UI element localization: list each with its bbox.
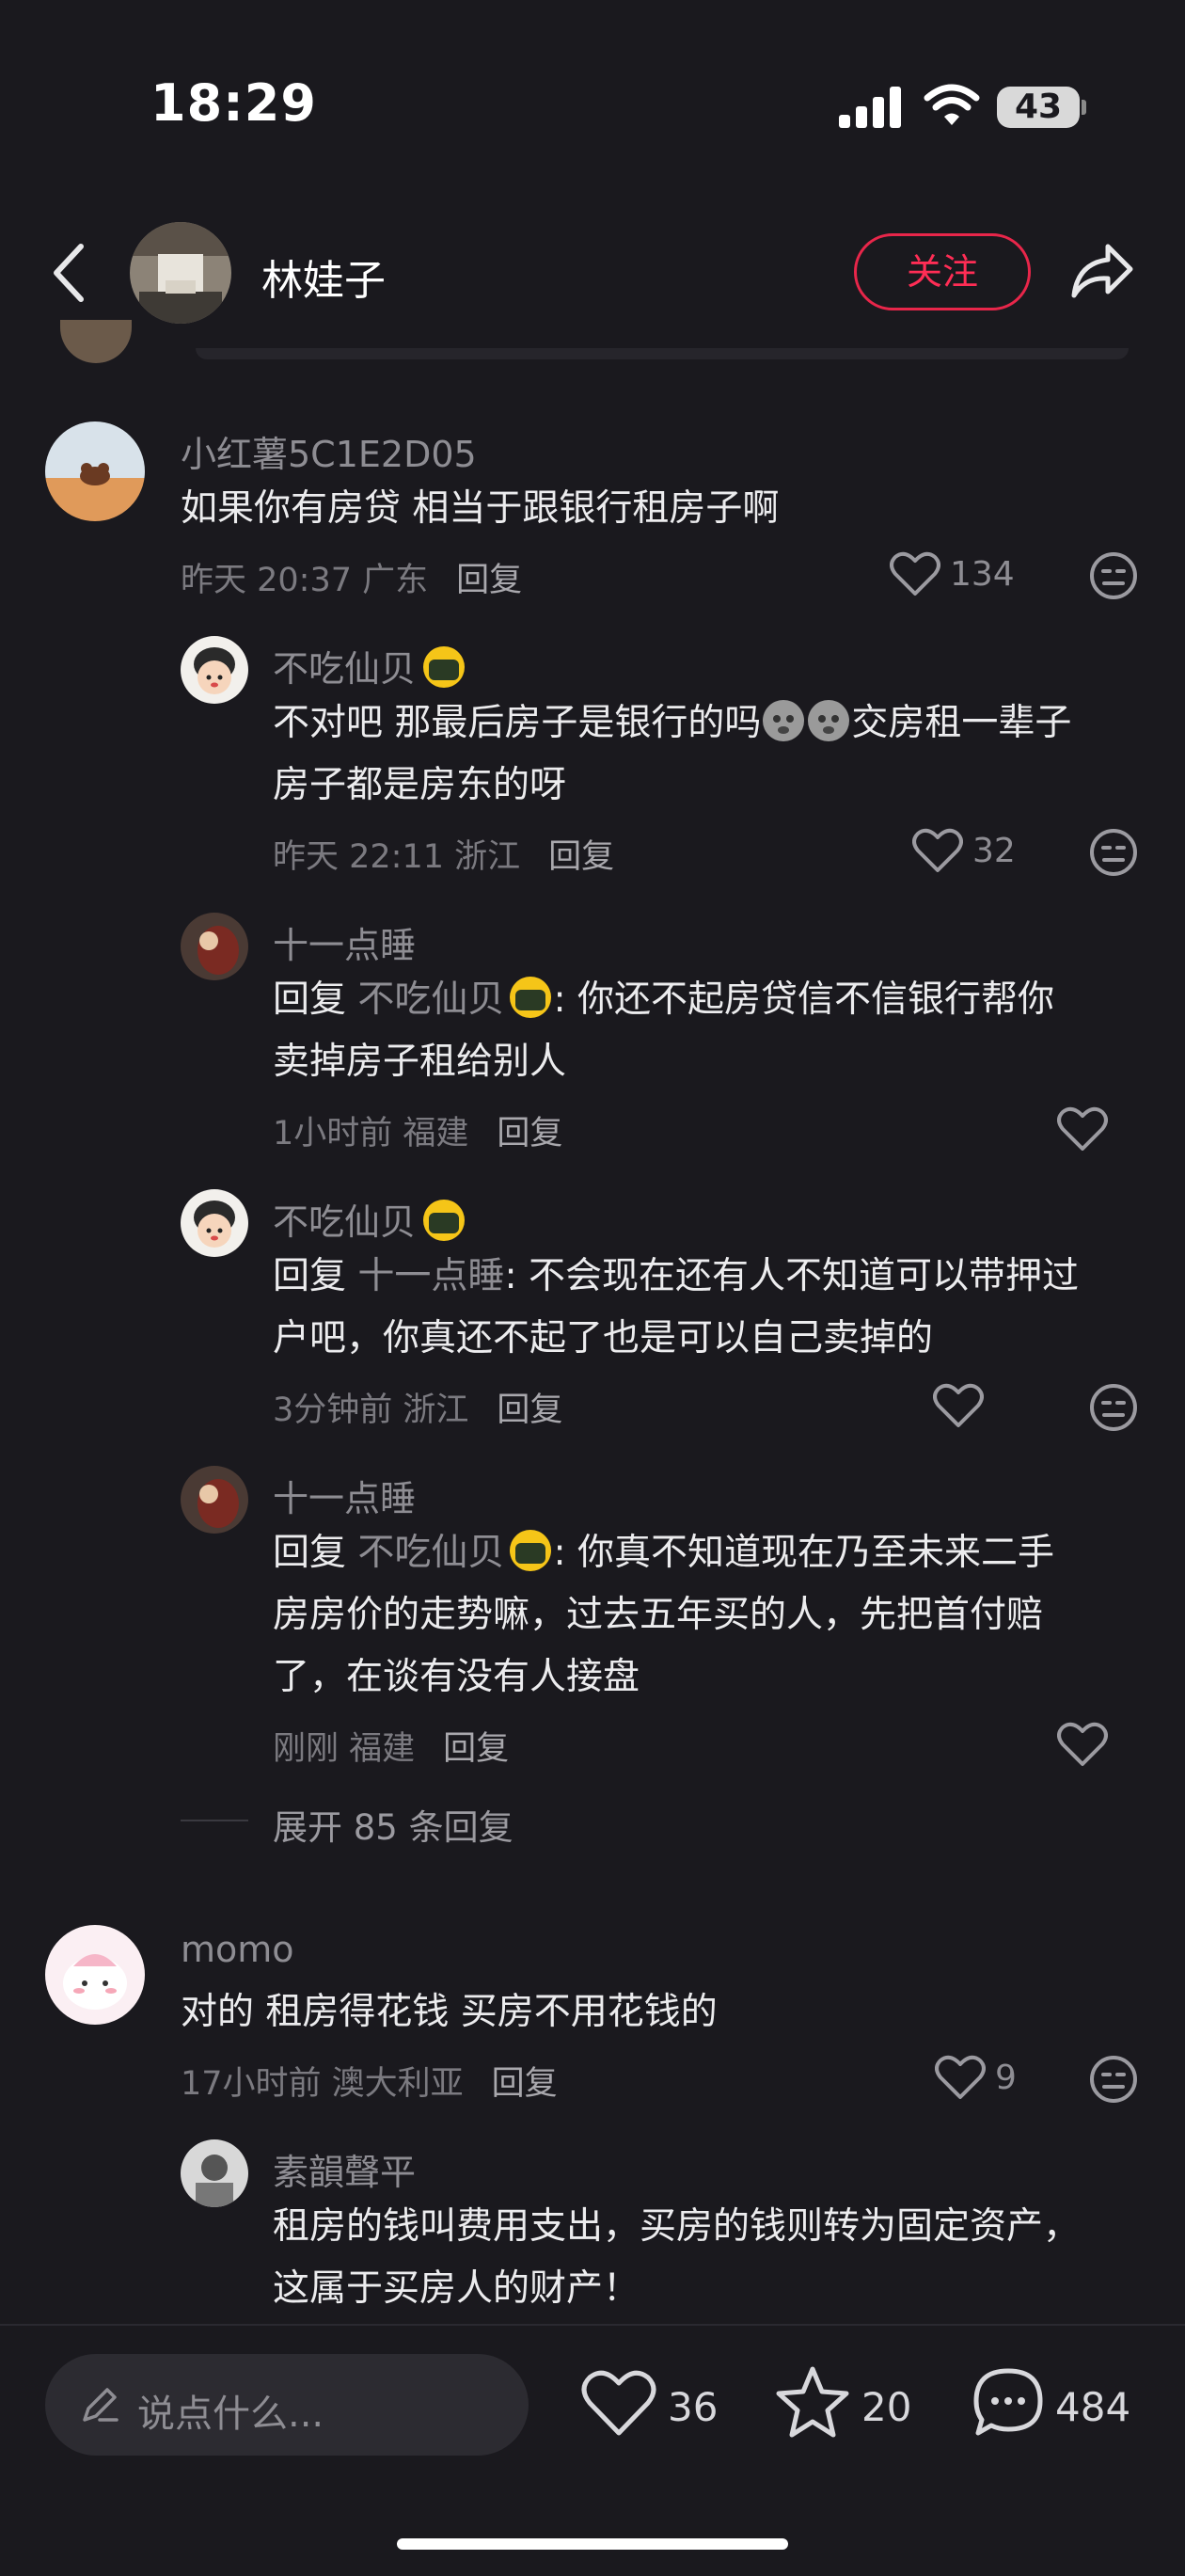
reply-text: 回复 不吃仙贝: 你真不知道现在乃至未来二手 (273, 1522, 1054, 1584)
reply-username[interactable]: 不吃仙贝 (273, 1193, 466, 1245)
heart-icon[interactable] (1057, 1722, 1108, 1767)
heart-icon[interactable] (581, 2369, 656, 2437)
reply-text: 租房的钱叫费用支出，买房的钱则转为固定资产， (273, 2205, 1081, 2248)
heart-icon (935, 2055, 986, 2099)
like-count: 36 (668, 2384, 719, 2430)
reply-text: 不对吧 那最后房子是银行的吗 交房租一辈子 (273, 692, 1071, 755)
avatar[interactable] (45, 1925, 145, 2025)
dislike-icon[interactable] (1089, 551, 1138, 600)
heart-icon[interactable] (933, 1383, 984, 1428)
comment-bubble-icon[interactable] (971, 2365, 1046, 2439)
reply-username[interactable]: 素韻聲平 (273, 2143, 416, 2195)
reply-username[interactable]: 十一点睡 (273, 916, 416, 968)
reply-button[interactable]: 回复 (456, 562, 522, 599)
previous-comment-avatar (60, 320, 132, 363)
reply-meta: 刚刚 福建 回复 (273, 1722, 509, 1770)
reply-button[interactable]: 回复 (492, 2065, 558, 2103)
favorite-count: 20 (861, 2384, 912, 2430)
reply-time-location: 1小时前 福建 (273, 1115, 469, 1153)
emoji-icon (423, 1200, 466, 1241)
emoji-icon (808, 700, 850, 741)
like-button[interactable]: 134 (890, 551, 1015, 596)
battery-nub (1082, 100, 1086, 115)
cellular-signal-icon (839, 87, 901, 128)
dislike-icon[interactable] (1089, 2055, 1138, 2104)
follow-button[interactable]: 关注 (854, 233, 1031, 310)
reply-time-location: 3分钟前 浙江 (273, 1391, 469, 1429)
comment-meta: 昨天 20:37 广东 回复 (181, 553, 522, 601)
reply-text-line: 户吧，你真还不起了也是可以自己卖掉的 (273, 1317, 934, 1360)
reply-time-location: 昨天 22:11 浙江 (273, 838, 521, 876)
reply-username[interactable]: 十一点睡 (273, 1470, 416, 1521)
pencil-icon (83, 2388, 118, 2422)
emoji-icon (763, 700, 805, 741)
reply-text: 回复 十一点睡: 不会现在还有人不知道可以带押过 (273, 1255, 1079, 1297)
previous-reply-box-edge (196, 348, 1129, 359)
reply-text-line: 卖掉房子租给别人 (273, 1041, 567, 1083)
avatar[interactable] (181, 1466, 248, 1534)
dislike-icon[interactable] (1089, 1383, 1138, 1432)
reply-button[interactable]: 回复 (443, 1730, 509, 1768)
reply-to-username[interactable]: 不吃仙贝 (357, 1532, 504, 1574)
heart-icon[interactable] (1057, 1106, 1108, 1152)
reply-text-line: 房子都是房东的呀 (273, 764, 567, 806)
reply-text-line: 了，在谈有没有人接盘 (273, 1656, 640, 1698)
comment-time-location: 17小时前 澳大利亚 (181, 2065, 464, 2103)
comment-time-location: 昨天 20:37 广东 (181, 562, 429, 599)
reply-text-line: 房房价的走势嘛，过去五年买的人，先把首付赔 (273, 1594, 1044, 1636)
comment-text: 对的 租房得花钱 买房不用花钱的 (181, 1991, 718, 2033)
avatar[interactable] (181, 1189, 248, 1257)
comment-input-placeholder[interactable]: 说点什么... (137, 2383, 324, 2438)
reply-time-location: 刚刚 福建 (273, 1730, 416, 1768)
avatar[interactable] (45, 421, 145, 521)
emoji-icon (423, 646, 466, 688)
wifi-icon (924, 84, 980, 125)
avatar[interactable] (181, 636, 248, 704)
comment-meta: 17小时前 澳大利亚 回复 (181, 2057, 558, 2105)
reply-meta: 3分钟前 浙江 回复 (273, 1383, 562, 1431)
comment-username[interactable]: 小红薯5C1E2D05 (181, 425, 477, 477)
home-indicator (397, 2538, 788, 2550)
reply-meta: 1小时前 福建 回复 (273, 1106, 562, 1154)
expand-divider (181, 1820, 248, 1821)
reply-to-username[interactable]: 不吃仙贝 (357, 978, 504, 1021)
like-button[interactable]: 32 (912, 828, 1016, 873)
back-arrow-icon[interactable] (49, 243, 87, 303)
author-name[interactable]: 林娃子 (261, 246, 386, 307)
reply-button[interactable]: 回复 (497, 1391, 562, 1429)
emoji-icon (510, 977, 552, 1018)
like-count: 134 (950, 554, 1015, 594)
expand-replies-link[interactable]: 展开 85 条回复 (273, 1799, 514, 1850)
author-avatar[interactable] (130, 222, 231, 324)
dislike-icon[interactable] (1089, 828, 1138, 877)
status-time: 18:29 (150, 73, 317, 133)
reply-to-username[interactable]: 十一点睡 (357, 1255, 504, 1297)
avatar[interactable] (181, 2139, 248, 2207)
reply-username[interactable]: 不吃仙贝 (273, 640, 466, 692)
battery-indicator: 43 (997, 87, 1080, 128)
like-button[interactable]: 9 (935, 2055, 1017, 2100)
like-count: 32 (972, 831, 1016, 870)
reply-text-line: 这属于买房人的财产！ (273, 2267, 640, 2310)
heart-icon (912, 828, 963, 872)
avatar[interactable] (181, 913, 248, 980)
reply-button[interactable]: 回复 (548, 838, 614, 876)
reply-button[interactable]: 回复 (497, 1115, 562, 1153)
heart-icon (890, 551, 940, 596)
reply-text: 回复 不吃仙贝: 你还不起房贷信不信银行帮你 (273, 969, 1054, 1031)
comment-count: 484 (1055, 2384, 1131, 2430)
reply-meta: 昨天 22:11 浙江 回复 (273, 830, 614, 878)
share-icon[interactable] (1070, 241, 1134, 301)
emoji-icon (510, 1530, 552, 1571)
comment-username[interactable]: momo (181, 1929, 294, 1970)
like-count: 9 (995, 2058, 1017, 2097)
star-icon[interactable] (775, 2365, 850, 2439)
comment-text: 如果你有房贷 相当于跟银行租房子啊 (181, 487, 780, 530)
